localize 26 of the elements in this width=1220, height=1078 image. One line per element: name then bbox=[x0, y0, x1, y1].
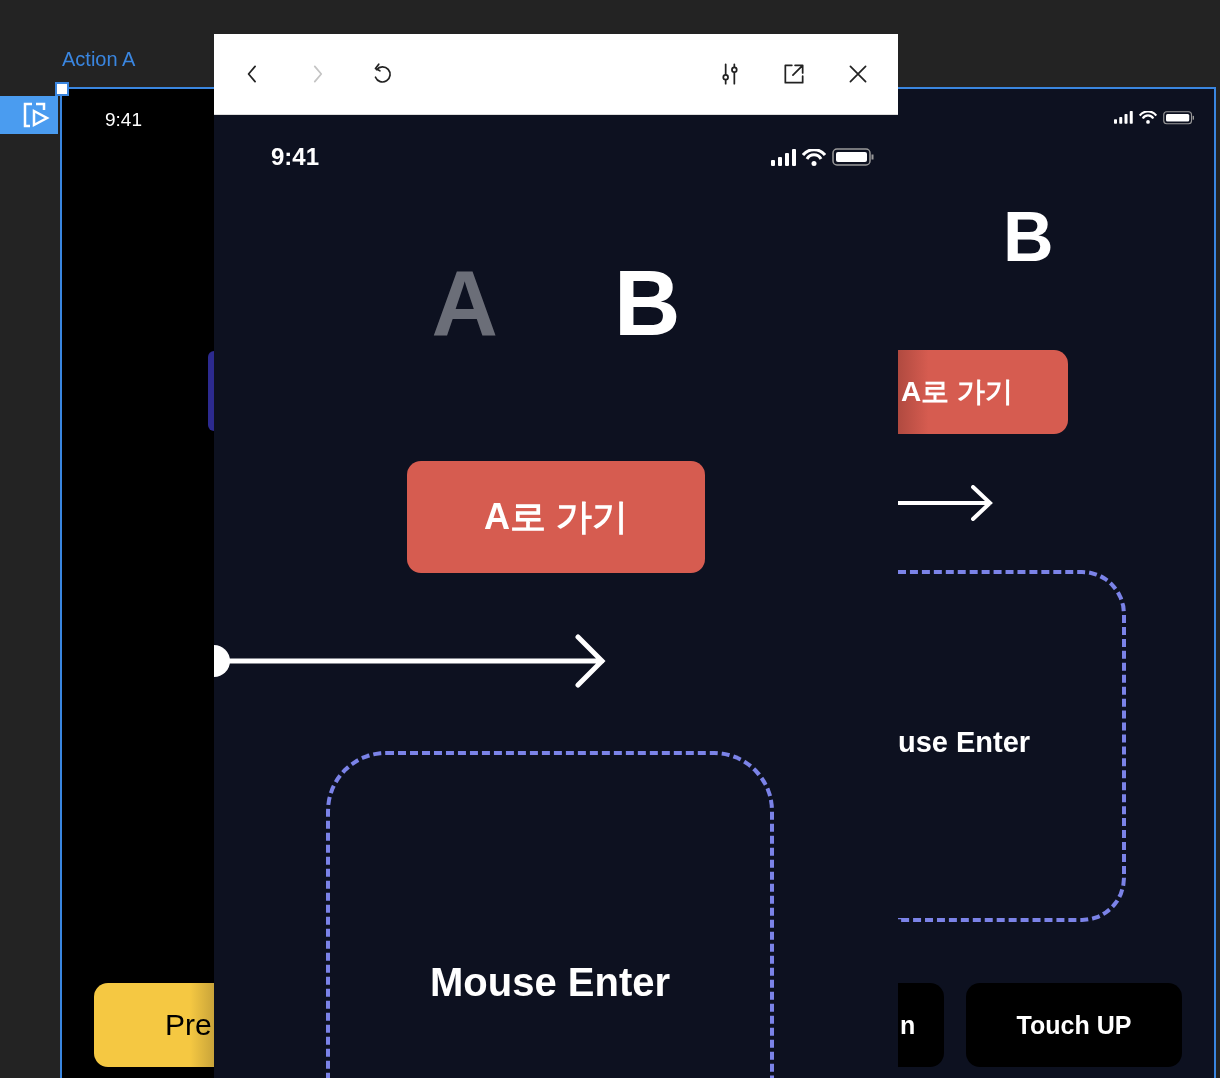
wifi-icon bbox=[802, 148, 826, 166]
battery-icon bbox=[1162, 111, 1194, 125]
hover-area[interactable]: Mouse Enter bbox=[326, 751, 774, 1078]
press-button[interactable]: Pre bbox=[94, 983, 214, 1067]
frame-tab[interactable] bbox=[0, 96, 58, 134]
action-button[interactable]: Touch UP bbox=[966, 983, 1182, 1067]
action-button[interactable]: n bbox=[898, 983, 944, 1067]
external-link-icon[interactable] bbox=[781, 61, 807, 87]
letter-b: B bbox=[1003, 197, 1054, 277]
arrow-icon bbox=[898, 485, 994, 521]
go-button[interactable]: A로 가기 bbox=[407, 461, 705, 573]
letter-tab[interactable]: B bbox=[614, 257, 681, 349]
battery-icon bbox=[832, 148, 874, 166]
wifi-icon bbox=[1138, 111, 1157, 125]
hover-label: Mouse Enter bbox=[429, 960, 670, 1006]
signal-icon bbox=[771, 148, 796, 166]
play-frame-icon[interactable] bbox=[22, 102, 50, 128]
go-button[interactable]: A로 가기 bbox=[898, 350, 1068, 434]
signal-icon bbox=[1113, 111, 1133, 125]
frame-label[interactable]: Action A bbox=[62, 48, 136, 71]
hover-label: use Enter bbox=[898, 726, 1031, 759]
status-time: 9:41 bbox=[105, 109, 142, 131]
resize-handle[interactable] bbox=[55, 82, 69, 96]
arrow-icon bbox=[214, 631, 606, 691]
status-time: 9:41 bbox=[271, 143, 320, 171]
letter-tab[interactable]: A bbox=[431, 257, 498, 349]
